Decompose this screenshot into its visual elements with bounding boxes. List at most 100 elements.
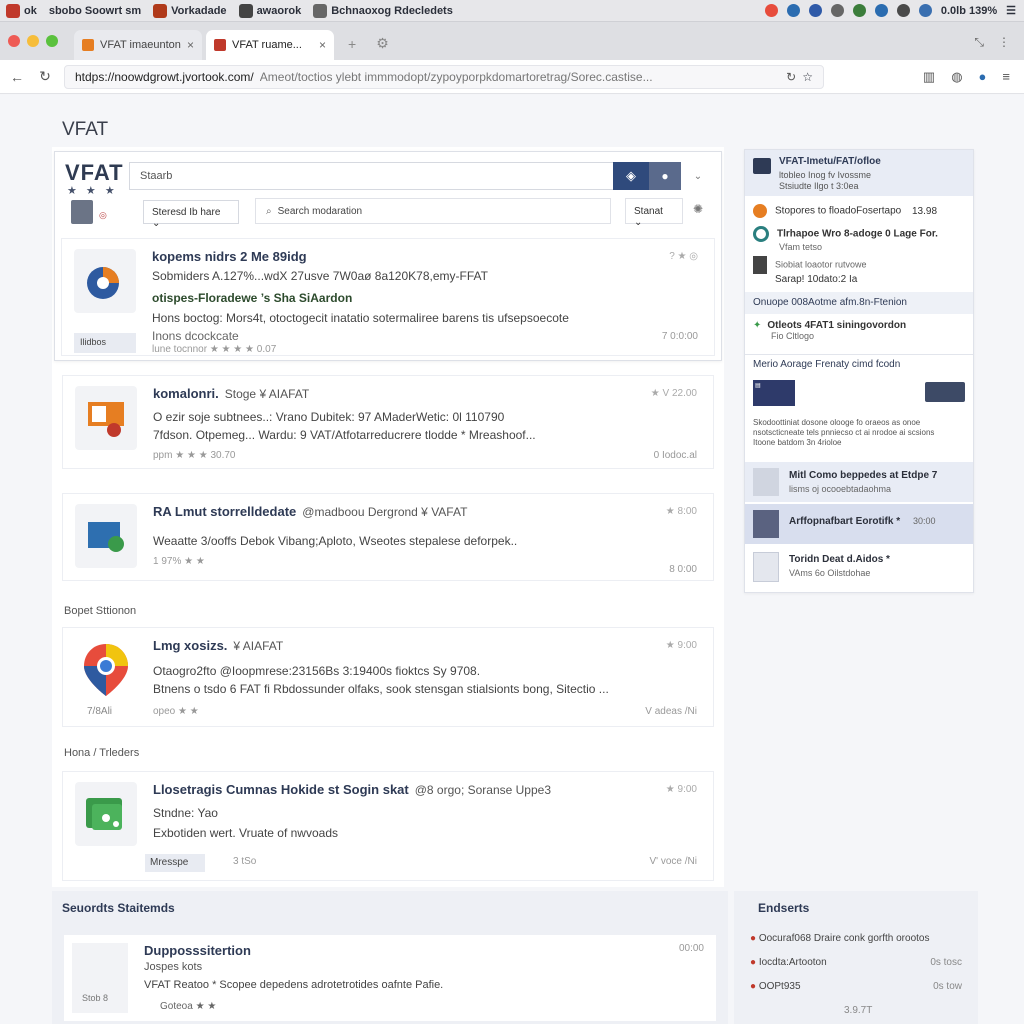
- bottom-item-title[interactable]: Dupposssitertion: [144, 943, 251, 958]
- result-title[interactable]: komalonri. Stoge ¥ AIAFAT: [153, 386, 309, 401]
- result-title[interactable]: Llosetragis Cumnas Hokide st Sogin skat @…: [153, 782, 551, 797]
- refresh-icon[interactable]: ↻: [786, 70, 796, 84]
- sidebar-item-1[interactable]: Mitl Como beppedes at Etdpe 7 lisms oj o…: [745, 462, 973, 502]
- close-tab-icon[interactable]: ×: [187, 38, 194, 52]
- tab-settings-icon[interactable]: ⚙: [376, 35, 389, 52]
- search-button[interactable]: ◈: [613, 162, 649, 190]
- promo-button[interactable]: [925, 382, 965, 402]
- result-title[interactable]: RA Lmut storrelldedate @madboou Dergrond …: [153, 504, 467, 519]
- file-icon: [753, 256, 767, 274]
- menu-icon[interactable]: ☰: [1006, 4, 1016, 17]
- refine-search-input[interactable]: ⌕ Search modaration: [255, 198, 611, 224]
- window-controls: [8, 22, 58, 60]
- sort-dropdown[interactable]: Steresd Ib hare ⌄: [143, 200, 239, 229]
- menu-app-3[interactable]: awaorok: [233, 3, 308, 18]
- status-dropdown[interactable]: Stanat ⌄: [625, 198, 683, 228]
- close-window-button[interactable]: [8, 35, 20, 47]
- more-icon[interactable]: ⋮: [998, 35, 1010, 50]
- result-item-1[interactable]: komalonri. Stoge ¥ AIAFAT O ezir soje sub…: [62, 375, 714, 469]
- result-date: 8 0:00: [669, 564, 697, 575]
- search-icon: ◈: [626, 168, 636, 183]
- tray-icon-2[interactable]: [786, 4, 800, 17]
- promo-text: Skodoottiniat dosone olooge fo oraeos as…: [753, 418, 935, 447]
- bottom-right-heading: Endserts: [758, 901, 810, 915]
- tab-2[interactable]: VFAT ruame... ×: [206, 30, 334, 60]
- app-icon: [238, 3, 253, 18]
- minimize-window-button[interactable]: [27, 35, 39, 47]
- search-options-dropdown[interactable]: ⌄: [683, 162, 713, 190]
- tray-icon-5[interactable]: [852, 4, 866, 17]
- tag-dropdown[interactable]: Mresspe: [145, 854, 205, 872]
- rating-icons[interactable]: ? ★ ◎: [669, 251, 698, 262]
- result-title[interactable]: kopems nidrs 2 Me 89idg: [152, 249, 307, 264]
- back-icon[interactable]: ←: [8, 68, 26, 86]
- sidebar-row-3[interactable]: Siobiat loaotor rutvowe Sarap! 10dato:2 …: [753, 256, 981, 285]
- sidebar-featured[interactable]: ✦ Otleots 4FAT1 siningovordon Fio Cltlogo: [753, 320, 981, 341]
- alert-icon: ◎: [99, 210, 107, 220]
- menu-app-2[interactable]: Vorkadade: [147, 3, 232, 18]
- result-line-1: Otaogro2fto @Ioopmrese:23156Bs 3:19400s …: [153, 664, 481, 678]
- collapse-icon[interactable]: ⤡: [974, 35, 984, 50]
- system-menu-bar: ok sbobo Soowrt sm Vorkadade awaorok Bch…: [0, 0, 1024, 22]
- bottom-left-panel: Seuordts Staitemds Stob 8 Dupposssiterti…: [52, 891, 728, 1024]
- result-rating: ★ 8:00: [665, 506, 697, 517]
- result-meta: ppm ★ ★ ★ 30.70: [153, 450, 236, 461]
- profile-icon[interactable]: ●: [979, 69, 987, 85]
- close-tab-icon[interactable]: ×: [319, 38, 326, 52]
- result-item-3[interactable]: 7/8Ali Lmg xosizs. ¥ AIAFAT Otaogro2fto @…: [62, 627, 714, 727]
- address-bar[interactable]: htdps://noowdgrowt.jvortook.com/ Ameot/t…: [64, 64, 824, 89]
- firefox-icon: [753, 204, 767, 218]
- leaf-icon: ✦: [753, 320, 762, 331]
- chevron-down-icon: ⌄: [693, 170, 703, 182]
- gallery-icon: [75, 782, 137, 846]
- tab-1[interactable]: VFAT imaeunton ×: [74, 30, 202, 60]
- search-input[interactable]: Staarb: [129, 162, 615, 190]
- tray-icon-6[interactable]: [874, 4, 888, 17]
- shield-icon[interactable]: ◍: [951, 69, 962, 85]
- bottom-right-row-3[interactable]: ● OOPt935 0s tow: [750, 981, 970, 992]
- bottom-list-item[interactable]: Stob 8 Dupposssitertion Jospes kots VFAT…: [64, 935, 716, 1021]
- bookmark-star-icon[interactable]: ☆: [802, 70, 813, 84]
- result-line-1: Weaatte 3/ooffs Debok Vibang;Aploto, Wse…: [153, 534, 518, 548]
- document-icon[interactable]: [71, 200, 93, 224]
- section-heading: Hona / Trleders: [64, 747, 140, 759]
- document-thumb-icon: [753, 468, 779, 496]
- result-date: 7 0:0:00: [661, 331, 698, 342]
- new-tab-icon[interactable]: +: [348, 36, 356, 52]
- filter-button[interactable]: ●: [649, 162, 681, 190]
- wifi-icon[interactable]: [918, 4, 932, 17]
- url-path: Ameot/toctios ylebt immmodopt/zypoyporpk…: [259, 69, 653, 84]
- result-item-2[interactable]: RA Lmut storrelldedate @madboou Dergrond …: [62, 493, 714, 581]
- sidebar-item-3[interactable]: Toridn Deat d.Aidos * VAms 6o Oilstdohae: [745, 546, 973, 588]
- menu-app-0[interactable]: ok: [0, 3, 43, 18]
- search-card: VFAT ★ ★ ★ Staarb ◈ ● ⌄ ◎ Steresd Ib har…: [54, 151, 722, 361]
- gear-icon[interactable]: ✺: [693, 202, 703, 216]
- browser-tab-bar: VFAT imaeunton × VFAT ruame... × + ⚙ ⤡ ⋮: [0, 22, 1024, 60]
- result-item-4[interactable]: Llosetragis Cumnas Hokide st Sogin skat @…: [62, 771, 714, 881]
- tray-icon-4[interactable]: [830, 4, 844, 17]
- sidebar-header: VFAT-Imetu/FAT/ofloe ltobleo Inog fv Ivo…: [745, 150, 973, 196]
- result-rating: ★ V 22.00: [650, 388, 697, 399]
- hamburger-menu-icon[interactable]: ≡: [1002, 69, 1010, 85]
- sidebar-item-2[interactable]: Arffopnafbart Eorotifk * 30:00: [745, 504, 973, 544]
- tray-icon-7[interactable]: [896, 4, 910, 17]
- maximize-window-button[interactable]: [46, 35, 58, 47]
- sidebar-row-2[interactable]: Tlrhapoe Wro 8-adoge 0 Lage For. Vfam te…: [753, 226, 981, 252]
- result-item-0[interactable]: kopems nidrs 2 Me 89idg Sobmiders A.127%…: [61, 238, 715, 356]
- tray-icon-1[interactable]: [764, 4, 778, 17]
- promo-banner-image[interactable]: ▤: [753, 380, 795, 406]
- result-title[interactable]: Lmg xosizs. ¥ AIAFAT: [153, 638, 283, 653]
- sidebar-row-1[interactable]: Stopores to floadoFosertapo 13.98: [753, 204, 981, 218]
- menu-app-4[interactable]: Bchnaoxog Rdecledets: [307, 3, 459, 18]
- sidebar-section-2: Merio Aorage Frenaty cimd fcodn: [745, 354, 973, 374]
- tray-icon-3[interactable]: [808, 4, 822, 17]
- menu-app-1[interactable]: sbobo Soowrt sm: [43, 5, 147, 17]
- tag-dropdown[interactable]: Ilidbos: [74, 333, 136, 353]
- result-line-4: Inons dcockcate: [152, 329, 239, 343]
- reload-icon[interactable]: ↻: [36, 68, 54, 86]
- bottom-right-row-1[interactable]: ● Oocuraf068 Draire conk gorfth orootos: [750, 933, 970, 944]
- app-icon: [153, 3, 168, 18]
- sidebar-section-1: Onuope 008Aotme afm.8n-Ftenion: [745, 292, 973, 314]
- library-icon[interactable]: ▥: [923, 69, 935, 85]
- bottom-right-row-2[interactable]: ● Iocdta:Artooton 0s tosc: [750, 957, 970, 968]
